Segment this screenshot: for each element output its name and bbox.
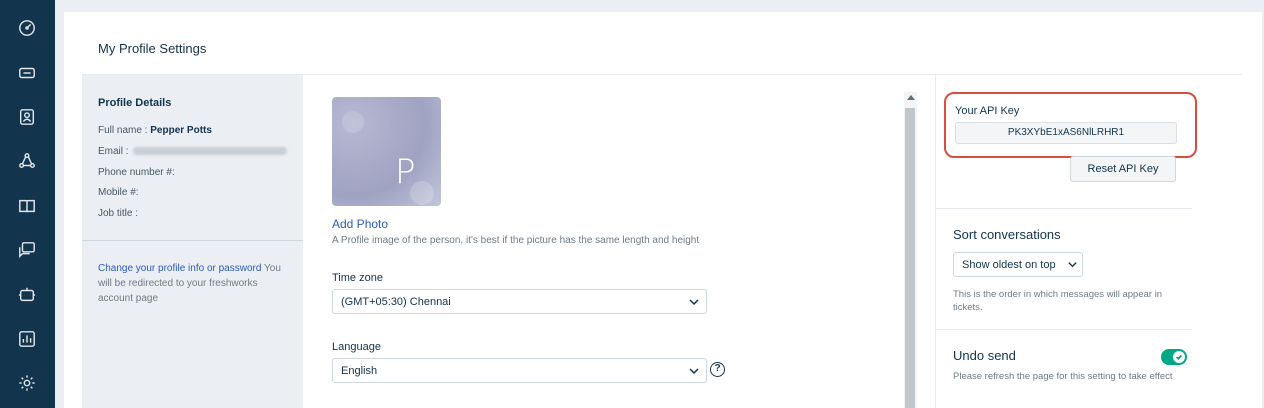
language-value: English: [341, 365, 378, 377]
email-label: Email :: [98, 146, 129, 157]
chevron-down-icon: [689, 299, 699, 306]
sort-divider: [936, 329, 1192, 330]
scrollbar[interactable]: [904, 92, 917, 408]
email-row: Email :: [98, 146, 288, 157]
profile-details-heading: Profile Details: [98, 97, 172, 109]
column-divider: [935, 75, 936, 408]
photo-initial: P: [395, 152, 416, 192]
left-nav-rail: [0, 0, 55, 408]
timezone-label: Time zone: [332, 272, 383, 284]
dashboard-icon[interactable]: [17, 18, 37, 38]
reports-icon[interactable]: [17, 329, 37, 349]
full-name-label: Full name :: [98, 125, 148, 136]
admin-gear-icon[interactable]: [17, 373, 37, 393]
timezone-select[interactable]: (GMT+05:30) Chennai: [332, 289, 707, 314]
scroll-up-arrow-icon[interactable]: [906, 95, 915, 100]
email-value-redacted: [133, 147, 288, 156]
undo-send-toggle[interactable]: [1161, 349, 1187, 365]
undo-send-hint: Please refresh the page for this setting…: [953, 371, 1173, 382]
help-icon[interactable]: ?: [710, 362, 725, 377]
bots-icon[interactable]: [17, 285, 37, 305]
reset-api-key-button[interactable]: Reset API Key: [1070, 156, 1176, 182]
sort-order-value: Show oldest on top: [962, 259, 1056, 271]
sort-order-select[interactable]: Show oldest on top: [953, 252, 1083, 277]
timezone-value: (GMT+05:30) Chennai: [341, 296, 451, 308]
full-name-value: Pepper Potts: [150, 125, 212, 136]
profile-photo[interactable]: P: [332, 97, 441, 206]
api-key-label: Your API Key: [955, 105, 1020, 117]
job-title-label: Job title :: [98, 208, 139, 219]
change-profile-text: Change your profile info or password You…: [98, 261, 294, 306]
groups-icon[interactable]: [17, 151, 37, 171]
undo-send-title: Undo send: [953, 348, 1016, 363]
profile-details-panel: Profile Details Full name : Pepper Potts…: [82, 75, 303, 408]
phone-label: Phone number #:: [98, 167, 175, 178]
api-key-field[interactable]: PK3XYbE1xAS6NlLRHR1: [955, 122, 1177, 144]
check-icon: [1175, 354, 1183, 361]
solutions-icon[interactable]: [17, 196, 37, 216]
api-divider: [936, 208, 1192, 209]
language-select[interactable]: English: [332, 358, 707, 383]
change-profile-link[interactable]: Change your profile info or password: [98, 263, 261, 274]
chevron-down-icon: [1068, 262, 1077, 268]
sort-hint: This is the order in which messages will…: [953, 289, 1163, 313]
page-title: My Profile Settings: [98, 41, 207, 56]
chevron-down-icon: [689, 368, 699, 375]
add-photo-link[interactable]: Add Photo: [332, 217, 388, 231]
language-label: Language: [332, 341, 381, 353]
scrollbar-thumb[interactable]: [905, 108, 915, 408]
settings-card: My Profile Settings Profile Details Full…: [64, 12, 1262, 408]
mobile-label: Mobile #:: [98, 187, 139, 198]
sort-conversations-title: Sort conversations: [953, 227, 1061, 242]
details-divider: [82, 240, 303, 241]
tickets-icon[interactable]: [17, 63, 37, 83]
forums-icon[interactable]: [17, 240, 37, 260]
api-key-section: Your API Key PK3XYbE1xAS6NlLRHR1: [944, 92, 1197, 158]
full-name-row: Full name : Pepper Potts: [98, 125, 212, 136]
photo-hint: A Profile image of the person, it's best…: [332, 235, 700, 246]
contacts-icon[interactable]: [17, 107, 37, 127]
toggle-knob: [1173, 351, 1185, 363]
